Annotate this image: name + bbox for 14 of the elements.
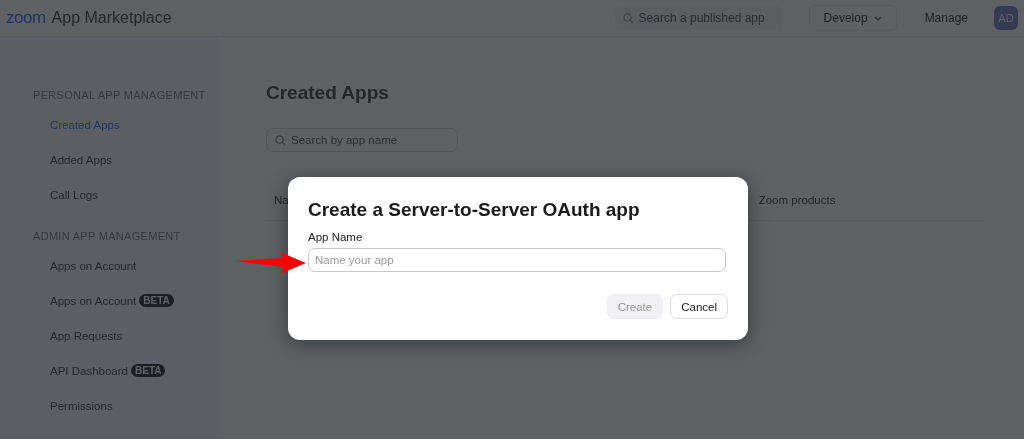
site-title: App Marketplace [51, 9, 172, 27]
field-label: App Name [308, 231, 364, 243]
column-header: Zoom products [758, 194, 836, 206]
column-header: Na [274, 194, 289, 206]
sidebar-item[interactable]: App Requests [50, 329, 123, 342]
sidebar-item[interactable]: API Dashboard [50, 364, 128, 377]
sidebar-item[interactable]: Created Apps [50, 118, 120, 131]
page-title: Created Apps [266, 82, 390, 104]
app-name-field[interactable]: Name your app [308, 248, 726, 272]
dialog-title: Create a Server-to-Server OAuth app [308, 199, 641, 221]
sidebar-item[interactable]: Added Apps [50, 153, 113, 166]
sidebar-item[interactable]: Permissions [50, 399, 113, 412]
manage-link[interactable]: Manage [918, 10, 974, 26]
cancel-button[interactable]: Cancel [670, 294, 728, 319]
